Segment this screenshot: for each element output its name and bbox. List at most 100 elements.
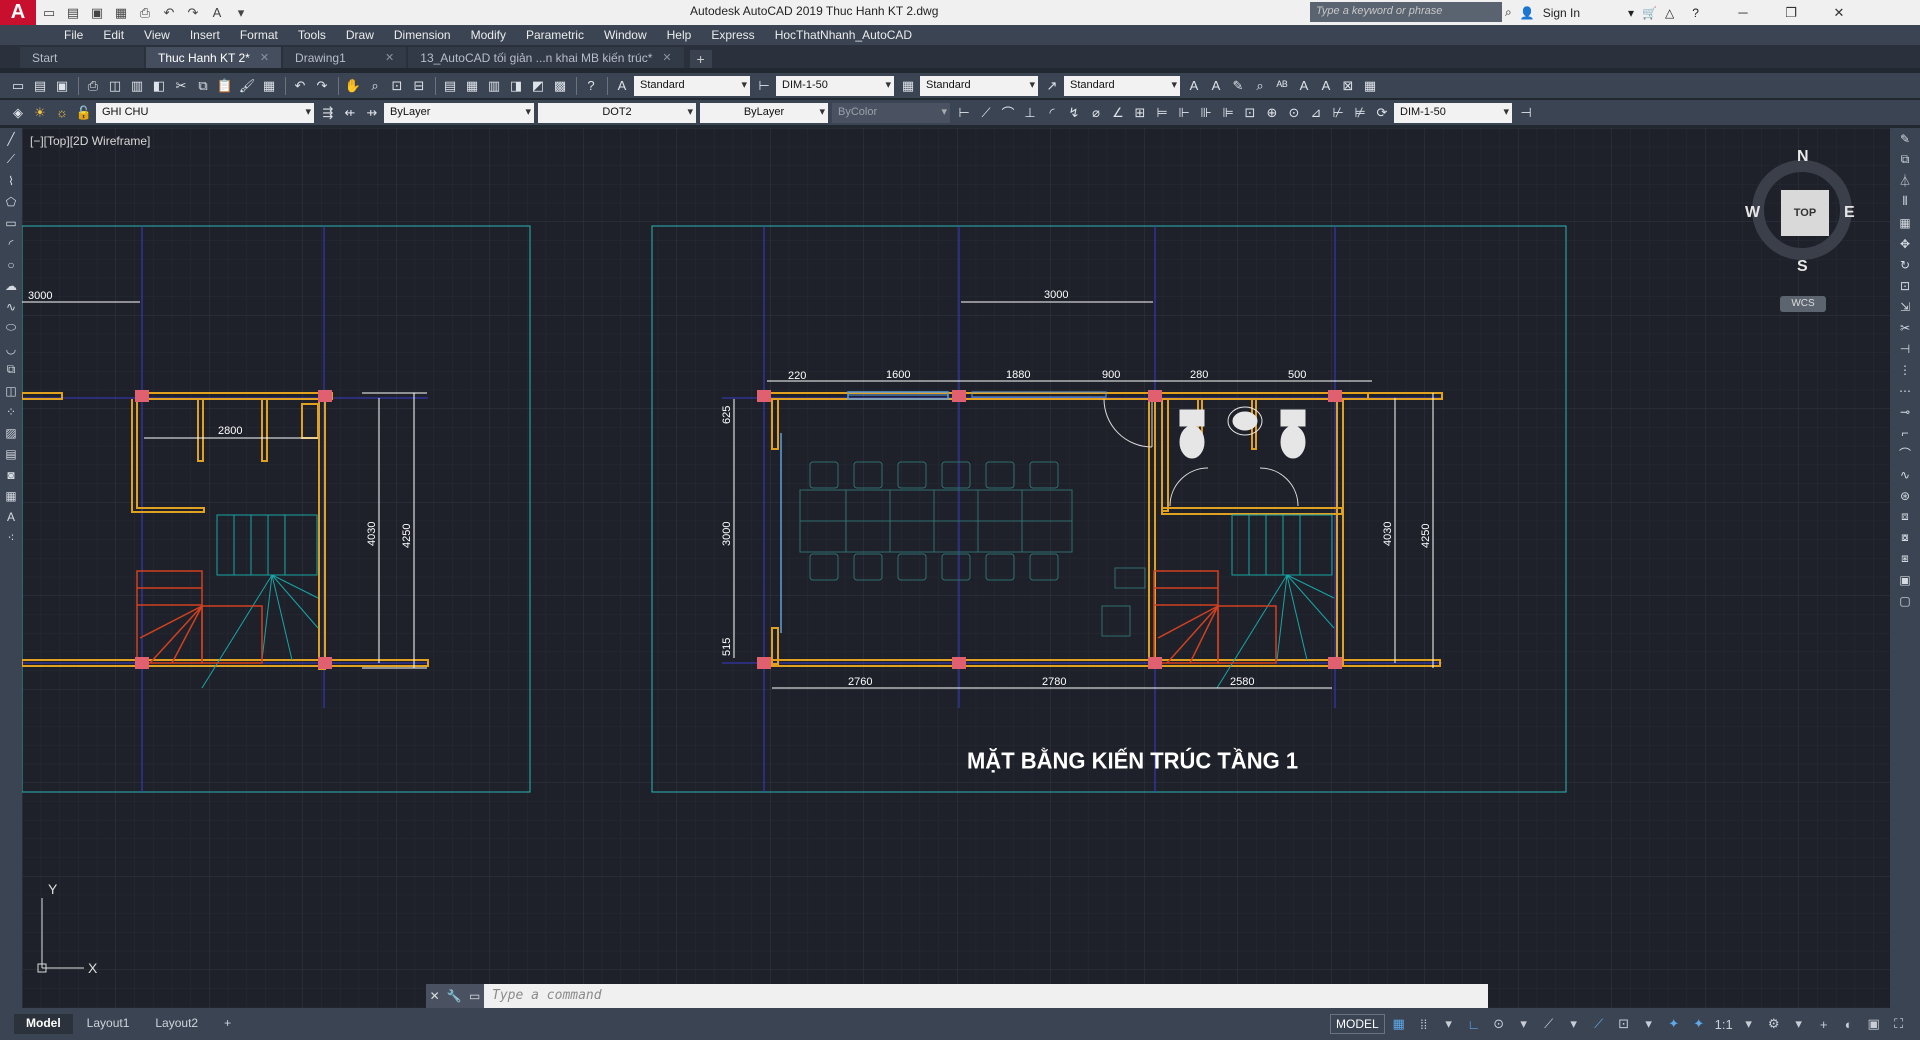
menu-insert[interactable]: Insert <box>180 28 230 42</box>
join-icon[interactable]: ⊸ <box>1890 401 1920 422</box>
sheet-set-icon[interactable]: ◨ <box>506 76 526 96</box>
dim-diameter-icon[interactable]: ⌀ <box>1086 103 1106 123</box>
publish-icon[interactable]: ▥ <box>127 76 147 96</box>
text-scale-icon[interactable]: A <box>1294 76 1314 96</box>
close-button[interactable]: ✕ <box>1819 5 1859 21</box>
insert-block-icon[interactable]: ⧉ <box>0 359 22 380</box>
dim-aligned-icon[interactable]: ⟋ <box>976 103 996 123</box>
text-frame-icon[interactable]: ⊠ <box>1338 76 1358 96</box>
draworder-icon[interactable]: ⧈ <box>1890 506 1920 527</box>
move-icon[interactable]: ✥ <box>1890 233 1920 254</box>
preview-icon[interactable]: ◫ <box>105 76 125 96</box>
dim-edit-icon[interactable]: ⊬ <box>1328 103 1348 123</box>
cart-icon[interactable]: 🛒 <box>1642 6 1657 20</box>
help-icon[interactable]: ? <box>581 76 601 96</box>
close-icon[interactable]: ✕ <box>430 989 440 1003</box>
tab-thuc-hanh-kt-2[interactable]: Thuc Hanh KT 2* ✕ <box>146 47 282 68</box>
layer-properties-icon[interactable]: ◈ <box>8 103 28 123</box>
make-block-icon[interactable]: ◫ <box>0 380 22 401</box>
open-icon[interactable]: ▤ <box>62 3 84 23</box>
paste-icon[interactable]: 📋 <box>215 76 235 96</box>
model-space-toggle[interactable]: MODEL <box>1330 1014 1385 1034</box>
dim-ordinate-icon[interactable]: ⊥ <box>1020 103 1040 123</box>
highlight-icon[interactable]: ✎ <box>1228 76 1248 96</box>
break-icon[interactable]: ⋯ <box>1890 380 1920 401</box>
dim-continue-icon[interactable]: ⊩ <box>1174 103 1194 123</box>
auto-scale-icon[interactable]: ✦ <box>1688 1014 1710 1034</box>
point-icon[interactable]: ⁘ <box>0 401 22 422</box>
dim-space-icon[interactable]: ⊪ <box>1196 103 1216 123</box>
help-icon[interactable]: ? <box>1692 6 1699 20</box>
customization-icon[interactable]: ≡ <box>1913 1014 1920 1034</box>
search-input[interactable]: Type a keyword or phrase <box>1310 2 1502 22</box>
table-icon[interactable]: ▦ <box>1360 76 1380 96</box>
hatch-icon[interactable]: ▨ <box>0 422 22 443</box>
chevron-down-icon[interactable]: ▾ <box>1513 1014 1535 1034</box>
plotstyle-select[interactable]: ByColor <box>832 102 950 123</box>
multileader-style-select[interactable]: Standard <box>1064 75 1180 96</box>
inspection-icon[interactable]: ⊙ <box>1284 103 1304 123</box>
compass-south[interactable]: S <box>1797 258 1808 276</box>
close-icon[interactable]: ✕ <box>662 51 671 64</box>
layer-previous-icon[interactable]: ⇷ <box>340 103 360 123</box>
mtext-icon[interactable]: A <box>1184 76 1204 96</box>
copy-icon[interactable]: ⧉ <box>1890 149 1920 170</box>
offset-icon[interactable]: ⫴ <box>1890 191 1920 212</box>
maximize-button[interactable]: ❐ <box>1771 5 1811 21</box>
layout-tab-model[interactable]: Model <box>14 1014 73 1034</box>
ortho-icon[interactable]: ∟ <box>1463 1014 1485 1034</box>
spell-check-icon[interactable]: ᴬᴮ <box>1272 76 1292 96</box>
menu-hocthatnhanh[interactable]: HocThatNhanh_AutoCAD <box>765 28 922 42</box>
app-menu-button[interactable]: A <box>0 0 36 25</box>
object-snap-tracking-icon[interactable]: ⟋ <box>1588 1014 1610 1034</box>
extend-icon[interactable]: ⊣ <box>1890 338 1920 359</box>
block-editor-icon[interactable]: ▦ <box>259 76 279 96</box>
redo-icon[interactable]: ↷ <box>312 76 332 96</box>
wrench-icon[interactable]: 🔧 <box>447 989 462 1003</box>
chevron-down-icon[interactable]: ▾ <box>1788 1014 1810 1034</box>
rotate-icon[interactable]: ↻ <box>1890 254 1920 275</box>
viewport-controls[interactable]: [−][Top][2D Wireframe] <box>30 134 150 148</box>
layout-tab-layout1[interactable]: Layout1 <box>75 1014 142 1034</box>
sign-in-link[interactable]: Sign In <box>1543 6 1580 20</box>
menu-express[interactable]: Express <box>701 28 764 42</box>
group-icon[interactable]: ▣ <box>1890 569 1920 590</box>
plot-icon[interactable]: ⎙ <box>134 3 156 23</box>
trim-icon[interactable]: ✂ <box>1890 317 1920 338</box>
clean-screen-icon[interactable]: ⛶ <box>1888 1014 1910 1034</box>
menu-dimension[interactable]: Dimension <box>384 28 461 42</box>
compass-north[interactable]: N <box>1797 148 1809 166</box>
layout-tab-layout2[interactable]: Layout2 <box>143 1014 210 1034</box>
layer-states-icon[interactable]: ⇸ <box>362 103 382 123</box>
mirror-icon[interactable]: ⏃ <box>1890 170 1920 191</box>
revcloud-icon[interactable]: ☁ <box>0 275 22 296</box>
menu-draw[interactable]: Draw <box>336 28 384 42</box>
new-tab-button[interactable]: + <box>689 50 712 68</box>
zoom-window-icon[interactable]: ⊡ <box>387 76 407 96</box>
erase-icon[interactable]: ✎ <box>1890 128 1920 149</box>
ungroup-icon[interactable]: ▢ <box>1890 590 1920 611</box>
freeze-icon[interactable]: ☼ <box>52 103 72 123</box>
menu-help[interactable]: Help <box>657 28 702 42</box>
dim-jogged-icon[interactable]: ↯ <box>1064 103 1084 123</box>
polyline-icon[interactable]: ⌇ <box>0 170 22 191</box>
zoom-realtime-icon[interactable]: ⌕ <box>365 76 385 96</box>
explode-icon[interactable]: ⊛ <box>1890 485 1920 506</box>
dim-break-icon[interactable]: ⊫ <box>1218 103 1238 123</box>
ellipse-icon[interactable]: ⬭ <box>0 317 22 338</box>
match-properties-icon[interactable]: 🖌 <box>237 76 257 96</box>
dim-baseline-icon[interactable]: ⊨ <box>1152 103 1172 123</box>
blend-icon[interactable]: ∿ <box>1890 464 1920 485</box>
add-layout-button[interactable]: + <box>212 1014 243 1034</box>
linetype-select[interactable]: DOT2 <box>538 102 696 123</box>
array-icon[interactable]: ▦ <box>1890 212 1920 233</box>
dim-text-edit-icon[interactable]: ⊭ <box>1350 103 1370 123</box>
tab-start[interactable]: Start <box>20 47 144 68</box>
chevron-down-icon[interactable]: ▾ <box>1438 1014 1460 1034</box>
lineweight-select[interactable]: ByLayer <box>700 102 828 123</box>
fillet-icon[interactable]: ⌒ <box>1890 443 1920 464</box>
text-style-select[interactable]: Standard <box>634 75 750 96</box>
ellipse-arc-icon[interactable]: ◡ <box>0 338 22 359</box>
zoom-previous-icon[interactable]: ⊟ <box>409 76 429 96</box>
color-select[interactable]: ByLayer <box>384 102 534 123</box>
